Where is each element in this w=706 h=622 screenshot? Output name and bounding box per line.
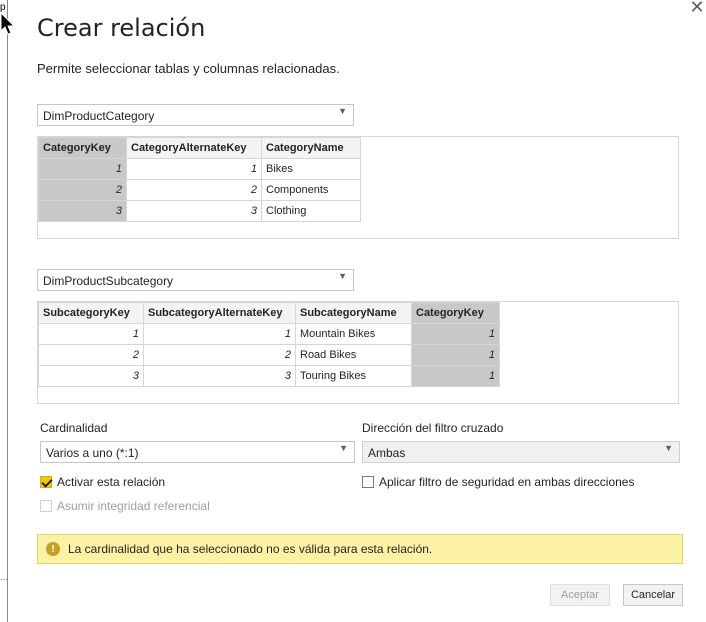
activate-relationship-option[interactable]: Activar esta relación	[40, 475, 165, 489]
crossfilter-value: Ambas	[368, 446, 406, 460]
activate-relationship-label: Activar esta relación	[57, 475, 166, 489]
warning-icon: !	[46, 542, 60, 556]
dialog-title: Crear relación	[37, 14, 206, 42]
table2-col-header[interactable]: SubcategoryName	[295, 302, 412, 324]
activate-relationship-checkbox[interactable]	[40, 476, 52, 488]
table-cell: 2	[126, 179, 262, 201]
table-cell: 3	[38, 365, 144, 387]
dialog-subtitle: Permite seleccionar tablas y columnas re…	[37, 61, 340, 76]
table-cell: 2	[143, 344, 296, 366]
table2-col-header[interactable]: SubcategoryKey	[38, 302, 144, 324]
table-cell: 3	[38, 200, 127, 222]
close-icon[interactable]: ✕	[688, 0, 706, 16]
security-filter-checkbox[interactable]	[362, 476, 374, 488]
table-row: 1 1 Mountain Bikes 1	[38, 323, 500, 345]
table2-col-header[interactable]: SubcategoryAlternateKey	[143, 302, 296, 324]
security-filter-label: Aplicar filtro de seguridad en ambas dir…	[379, 475, 635, 489]
table2-header-row: SubcategoryKey SubcategoryAlternateKey S…	[38, 302, 500, 324]
table-cell: 1	[411, 344, 500, 366]
table-cell: Mountain Bikes	[295, 323, 412, 345]
background-dots: ...	[0, 572, 9, 583]
crossfilter-label: Dirección del filtro cruzado	[362, 421, 504, 435]
cancel-button[interactable]: Cancelar	[623, 584, 683, 606]
table1-col-header[interactable]: CategoryKey	[38, 137, 127, 159]
chevron-down-icon: ▼	[664, 443, 673, 453]
table-cell: 3	[143, 365, 296, 387]
warning-banner: ! La cardinalidad que ha seleccionado no…	[37, 534, 683, 564]
table1-col-header[interactable]: CategoryAlternateKey	[126, 137, 262, 159]
table1-header-row: CategoryKey CategoryAlternateKey Categor…	[38, 137, 361, 159]
table1-col-header[interactable]: CategoryName	[261, 137, 361, 159]
table1-select[interactable]: DimProductCategory ▼	[37, 104, 354, 126]
cardinality-label: Cardinalidad	[40, 421, 108, 435]
table-row: 3 3 Touring Bikes 1	[38, 365, 500, 387]
table-row: 1 1 Bikes	[38, 158, 361, 180]
crossfilter-select[interactable]: Ambas ▼	[362, 441, 680, 463]
chevron-down-icon: ▼	[339, 443, 348, 453]
table-cell: Bikes	[261, 158, 361, 180]
table-cell: Road Bikes	[295, 344, 412, 366]
table-cell: 1	[143, 323, 296, 345]
warning-text: La cardinalidad que ha seleccionado no e…	[68, 542, 433, 556]
table-row: 2 2 Components	[38, 179, 361, 201]
table-cell: Touring Bikes	[295, 365, 412, 387]
table-cell: 1	[126, 158, 262, 180]
cardinality-select[interactable]: Varios a uno (*:1) ▼	[40, 441, 355, 463]
chevron-down-icon: ▼	[338, 106, 347, 116]
mouse-cursor-icon	[0, 12, 16, 35]
referential-integrity-label: Asumir integridad referencial	[57, 499, 210, 513]
table2-select-value: DimProductSubcategory	[43, 274, 174, 288]
accept-button[interactable]: Aceptar	[550, 584, 610, 606]
cardinality-value: Varios a uno (*:1)	[46, 446, 139, 460]
table-cell: 3	[126, 200, 262, 222]
table-row: 2 2 Road Bikes 1	[38, 344, 500, 366]
table-cell: 1	[411, 365, 500, 387]
table1-select-value: DimProductCategory	[43, 109, 155, 123]
table-cell: Components	[261, 179, 361, 201]
table2-select[interactable]: DimProductSubcategory ▼	[37, 269, 354, 291]
table-cell: 2	[38, 344, 144, 366]
table-row: 3 3 Clothing	[38, 200, 361, 222]
security-filter-option[interactable]: Aplicar filtro de seguridad en ambas dir…	[362, 475, 634, 489]
table1-preview: CategoryKey CategoryAlternateKey Categor…	[37, 136, 679, 239]
background-window-edge	[0, 0, 8, 622]
table-cell: 1	[411, 323, 500, 345]
table2-preview: SubcategoryKey SubcategoryAlternateKey S…	[37, 301, 679, 404]
referential-integrity-checkbox	[40, 500, 52, 512]
chevron-down-icon: ▼	[338, 271, 347, 281]
table2-col-header[interactable]: CategoryKey	[411, 302, 500, 324]
table1-grid: CategoryKey CategoryAlternateKey Categor…	[38, 137, 361, 222]
table-cell: 1	[38, 323, 144, 345]
table-cell: 1	[38, 158, 127, 180]
referential-integrity-option: Asumir integridad referencial	[40, 499, 210, 513]
table2-grid: SubcategoryKey SubcategoryAlternateKey S…	[38, 302, 500, 387]
table-cell: Clothing	[261, 200, 361, 222]
table-cell: 2	[38, 179, 127, 201]
